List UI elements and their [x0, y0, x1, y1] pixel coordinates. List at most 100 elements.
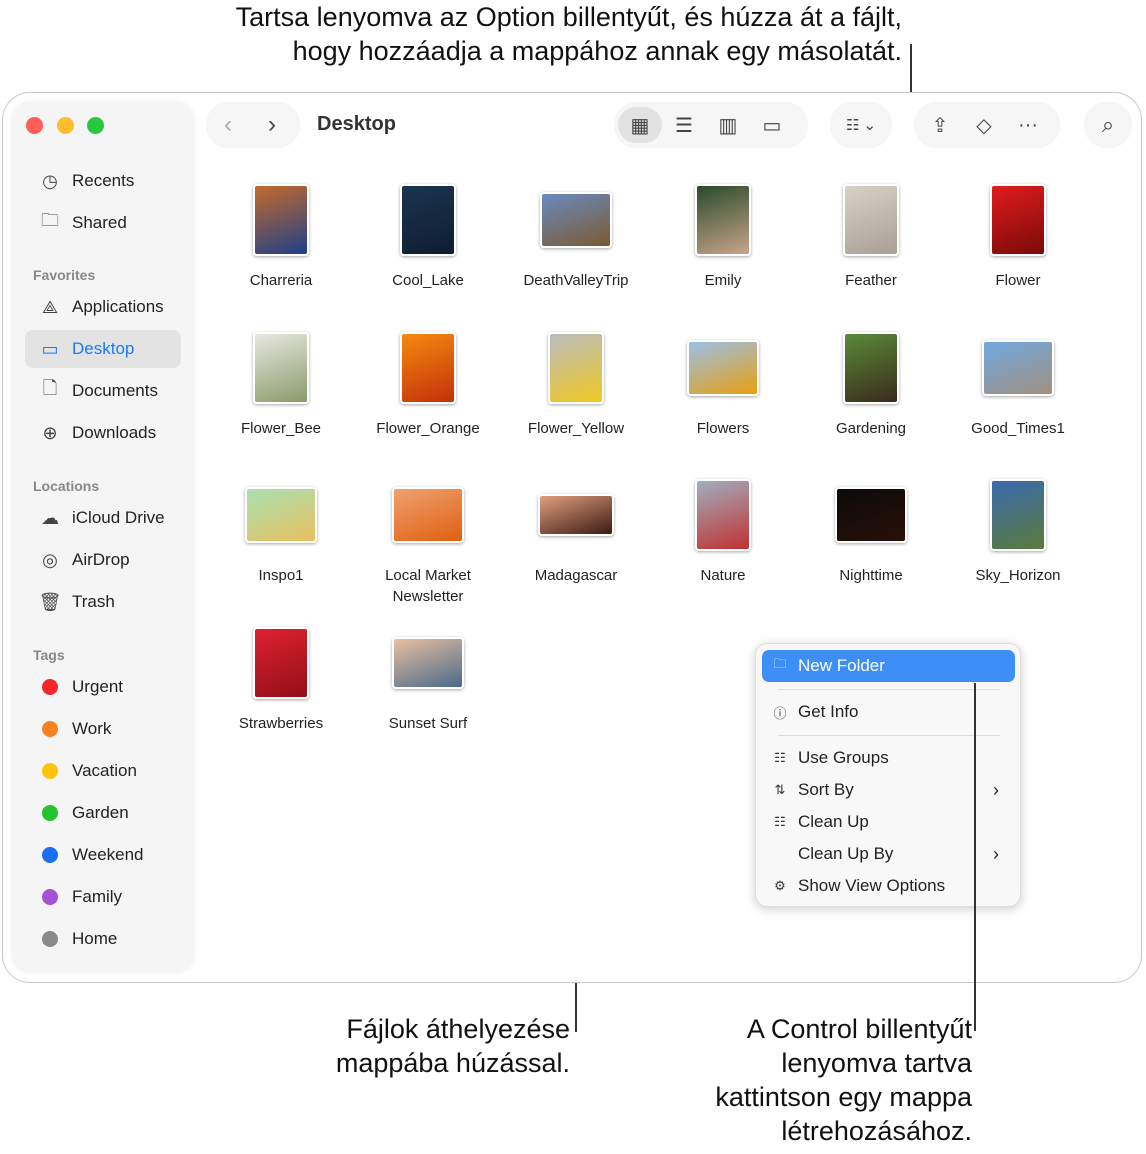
locations-heading: Locations [33, 478, 100, 494]
cloud-icon: ☁ [41, 507, 59, 528]
sidebar-item-urgent[interactable]: Urgent [25, 668, 181, 706]
file-thumbnail [695, 479, 751, 551]
file-name: Local Market Newsletter [385, 567, 471, 605]
file-item[interactable]: Flower_Orange [358, 331, 498, 439]
sidebar-item-home[interactable]: Home [25, 920, 181, 958]
menu-item-label: Get Info [798, 702, 859, 721]
file-item[interactable]: Flower_Yellow [506, 331, 646, 439]
file-item[interactable]: Emily [653, 184, 793, 291]
trash-icon: 🗑 [38, 591, 62, 612]
file-thumbnail [695, 184, 751, 256]
file-thumbnail [843, 184, 899, 256]
icon-view-button[interactable]: ▦ [618, 107, 662, 143]
file-name: Emily [704, 272, 742, 289]
tag-dot-icon [35, 931, 65, 947]
close-button[interactable] [26, 117, 43, 134]
menu-item-get-info[interactable]: ⓘ Get Info [762, 696, 1015, 728]
sort-icon: ⇅ [774, 782, 786, 797]
sidebar-item-family[interactable]: Family [25, 878, 181, 916]
sidebar-item-downloads[interactable]: ⊕ Downloads [25, 414, 181, 452]
favorites-heading: Favorites [33, 267, 96, 283]
file-item[interactable]: Sunset Surf [358, 636, 498, 734]
back-button[interactable]: ‹ [206, 107, 250, 143]
menu-item-clean-up-by[interactable]: Clean Up By › [762, 838, 1015, 870]
file-name: Sky_Horizon [975, 567, 1061, 584]
forward-button[interactable]: › [250, 107, 294, 143]
file-thumbnail [843, 331, 899, 404]
file-name: Flowers [696, 419, 750, 437]
sidebar-item-applications[interactable]: ⟁ Applications [25, 288, 181, 326]
sidebar-item-airdrop[interactable]: ◎ AirDrop [25, 541, 181, 579]
sidebar-item-label: Desktop [72, 339, 135, 358]
sidebar-item-recents[interactable]: ◷ Recents [25, 162, 181, 200]
minimize-button[interactable] [57, 117, 74, 134]
sidebar-item-label: Home [72, 929, 118, 948]
file-item[interactable]: Strawberries [211, 626, 351, 734]
file-item[interactable]: Flower_Bee [211, 331, 351, 439]
file-item[interactable]: Good_Times1 [948, 339, 1088, 439]
share-button[interactable]: ⇪ [918, 107, 962, 143]
file-item[interactable]: Nature [653, 479, 793, 586]
callout-leader [974, 683, 976, 1031]
file-item[interactable]: Flowers [653, 339, 793, 439]
file-name: Madagascar [534, 567, 618, 584]
menu-item-clean-up[interactable]: ☷ Clean Up [762, 806, 1015, 838]
callout-line: hogy hozzáadja a mappához annak egy máso… [292, 36, 902, 66]
file-item[interactable]: Feather [801, 184, 941, 291]
tag-button[interactable]: ◇ [962, 107, 1006, 143]
tags-heading: Tags [33, 647, 65, 663]
menu-item-use-groups[interactable]: ☷ Use Groups [762, 742, 1015, 774]
sidebar-item-work[interactable]: Work [25, 710, 181, 748]
sidebar-item-label: Recents [72, 171, 135, 190]
search-button[interactable]: ⌕ [1084, 102, 1132, 148]
sidebar-item-trash[interactable]: 🗑 Trash [25, 583, 181, 621]
sidebar-item-weekend[interactable]: Weekend [25, 836, 181, 874]
file-name: Inspo1 [258, 567, 304, 584]
menu-item-label: New Folder [798, 656, 885, 675]
file-item[interactable]: Flower [948, 184, 1088, 291]
menu-item-new-folder[interactable]: 🗀 New Folder [762, 650, 1015, 682]
list-view-button[interactable]: ☰ [662, 107, 706, 143]
file-thumbnail [990, 479, 1046, 551]
file-name: Charreria [249, 272, 313, 289]
more-button[interactable]: ··· [1006, 107, 1050, 143]
menu-item-label: Clean Up By [798, 844, 894, 863]
file-item[interactable]: DeathValleyTrip [506, 192, 646, 291]
file-name: Nighttime [839, 567, 903, 584]
sidebar-item-shared[interactable]: 🗀 Shared [25, 204, 181, 242]
sidebar-item-documents[interactable]: 🗋 Documents [25, 372, 181, 410]
action-buttons: ⇪ ◇ ··· [914, 102, 1060, 148]
menu-item-label: Use Groups [798, 748, 889, 767]
menu-item-show-view-options[interactable]: ⚙ Show View Options [762, 870, 1015, 902]
file-item[interactable]: Nighttime [801, 487, 941, 586]
file-item[interactable]: Cool_Lake [358, 184, 498, 291]
column-view-button[interactable]: ▥ [706, 107, 750, 143]
group-button[interactable]: ☷ ⌄ [830, 102, 892, 148]
sidebar-item-label: Shared [72, 213, 127, 232]
sidebar-item-garden[interactable]: Garden [25, 794, 181, 832]
applications-icon: ⟁ [41, 296, 59, 317]
file-thumbnail [400, 331, 456, 404]
sidebar-item-label: Trash [72, 592, 115, 611]
file-item[interactable]: Local Market Newsletter [358, 487, 498, 607]
clock-icon: ◷ [42, 170, 58, 191]
callout-line: Tartsa lenyomva az Option billentyűt, és… [235, 2, 902, 32]
menu-item-sort-by[interactable]: ⇅ Sort By › [762, 774, 1015, 806]
groups-icon: ☷ [774, 750, 786, 765]
file-item[interactable]: Gardening [801, 331, 941, 439]
file-thumbnail [982, 339, 1054, 396]
file-item[interactable]: Inspo1 [211, 487, 351, 586]
callout-move-files: Fájlok áthelyezése mappába húzással. [250, 1012, 570, 1080]
file-name: Gardening [835, 419, 907, 437]
chevron-right-icon: › [993, 843, 999, 864]
file-item[interactable]: Sky_Horizon [948, 479, 1088, 586]
sidebar-item-vacation[interactable]: Vacation [25, 752, 181, 790]
sidebar-item-desktop[interactable]: ▭ Desktop [25, 330, 181, 368]
zoom-button[interactable] [87, 117, 104, 134]
gallery-view-button[interactable]: ▭ [750, 107, 794, 143]
file-item[interactable]: Madagascar [506, 494, 646, 586]
menu-item-label: Sort By [798, 780, 854, 799]
file-item[interactable]: Charreria [211, 184, 351, 291]
file-thumbnail [687, 339, 759, 396]
sidebar-item-icloud-drive[interactable]: ☁ iCloud Drive [25, 499, 181, 537]
